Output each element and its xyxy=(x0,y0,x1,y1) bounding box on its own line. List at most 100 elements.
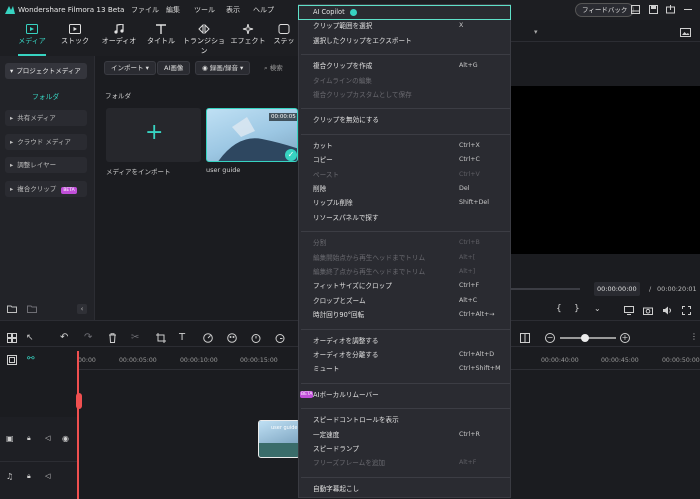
minimize-icon[interactable] xyxy=(684,9,692,10)
chevron-down-icon: ▾ xyxy=(10,67,14,75)
menu-item[interactable]: オーディオを調整する xyxy=(313,335,508,347)
lock-icon[interactable]: 🔒︎ xyxy=(27,472,31,481)
zoom-out-icon[interactable]: − xyxy=(545,333,555,343)
split-audio-icon[interactable] xyxy=(520,333,530,343)
sidebar-item-compound-clip[interactable]: ▸ 複合クリップ BETA xyxy=(5,181,87,197)
monitor-icon[interactable] xyxy=(624,306,634,315)
timer-icon[interactable] xyxy=(251,333,261,343)
save-icon[interactable] xyxy=(649,5,658,14)
cloud-icon[interactable] xyxy=(666,5,675,14)
menu-item-label: 分割 xyxy=(313,239,327,248)
ai-image-button[interactable]: AI画像 xyxy=(157,61,191,75)
menu-item-label: クリップを無効にする xyxy=(313,116,380,125)
ruler-label: 00:00 xyxy=(78,357,96,364)
menu-item[interactable]: 複合クリップを作成 Alt+G xyxy=(313,60,508,72)
tab-title[interactable]: タイトル xyxy=(139,24,183,46)
redo-icon[interactable]: ↷ xyxy=(84,332,92,343)
fullscreen-icon[interactable] xyxy=(682,306,691,315)
menu-item[interactable]: BETA AIボーカルリムーバー xyxy=(300,389,508,401)
crop-icon[interactable] xyxy=(156,333,166,343)
more-icon[interactable]: ⌄ xyxy=(594,304,601,313)
feedback-button[interactable]: フィードバック xyxy=(575,3,635,17)
sidebar-folder[interactable]: フォルダ xyxy=(32,91,59,101)
color-icon[interactable] xyxy=(227,333,237,343)
import-media-tile[interactable]: + xyxy=(106,108,201,162)
menu-item[interactable]: 一定速度 Ctrl+R xyxy=(313,429,508,441)
menu-item[interactable]: 選択したクリップをエクスポート xyxy=(313,35,508,47)
volume-icon[interactable] xyxy=(662,306,672,315)
menu-file[interactable]: ファイル xyxy=(131,5,159,15)
menu-item[interactable]: 自動字幕起こし xyxy=(313,483,508,495)
menu-item[interactable]: スピードコントロールを表示 xyxy=(313,414,508,426)
media-clip-thumbnail[interactable]: 00:00:05 ✓ xyxy=(206,108,298,162)
scissors-icon[interactable]: ✂ xyxy=(131,332,139,343)
timer-2-icon[interactable] xyxy=(275,333,285,343)
folder-icon[interactable] xyxy=(27,305,37,313)
menu-item[interactable]: スピードランプ xyxy=(313,443,508,455)
menu-item[interactable]: 時計回り90°回転 Ctrl+Alt+→ xyxy=(313,309,508,321)
menu-edit[interactable]: 編集 xyxy=(166,5,180,15)
eye-icon[interactable]: ◉ xyxy=(62,434,69,443)
track-volume-icon[interactable]: ◁ xyxy=(45,434,50,442)
sidebar-item-cloud-media[interactable]: ▸ クラウド メディア xyxy=(5,134,87,150)
layout-icon[interactable] xyxy=(631,5,640,14)
mark-in-icon[interactable]: { xyxy=(556,304,562,314)
delete-icon[interactable] xyxy=(108,333,117,343)
collapse-panel-button[interactable]: ‹ xyxy=(77,304,87,314)
import-dropdown[interactable]: インポート ▾ xyxy=(104,61,156,75)
app-title: Wondershare Filmora 13 Beta xyxy=(18,5,125,14)
new-folder-icon[interactable] xyxy=(7,305,17,313)
sidebar-item-adjustment-layer[interactable]: ▸ 調整レイヤー xyxy=(5,157,87,173)
text-tool-icon[interactable]: T xyxy=(179,332,185,343)
checkmark-icon: ✓ xyxy=(285,149,297,161)
timeline-clip[interactable]: user guide xyxy=(258,420,300,458)
tab-stock[interactable]: ストック xyxy=(53,24,97,46)
playhead-line[interactable] xyxy=(77,351,79,499)
add-track-icon[interactable] xyxy=(7,355,17,365)
viewer-dropdown-arrow[interactable]: ▾ xyxy=(534,28,538,36)
menu-help[interactable]: ヘルプ xyxy=(253,5,274,15)
menu-item[interactable]: フィットサイズにクロップ Ctrl+F xyxy=(313,280,508,292)
menu-item[interactable]: リソースパネルで探す xyxy=(313,212,508,224)
menu-item[interactable]: クリップ範囲を選択 X xyxy=(313,20,508,32)
search-input[interactable]: ⌕ 検索 xyxy=(264,61,298,75)
menu-item-ai-copilot[interactable]: AI Copilot xyxy=(298,5,511,20)
sidebar-item-project-media[interactable]: ▾ プロジェクトメディア xyxy=(5,63,87,79)
snapshot-icon[interactable] xyxy=(680,28,691,37)
select-tool-icon[interactable]: ↖ xyxy=(26,333,34,343)
zoom-in-icon[interactable]: + xyxy=(620,333,630,343)
tab-media[interactable]: メディア xyxy=(10,24,54,46)
main-toolbar: メディア ストック オーディオ タイトル トランジション エフェクト ステッ xyxy=(0,20,298,56)
speed-icon[interactable] xyxy=(203,333,213,343)
playhead-handle[interactable] xyxy=(76,393,82,409)
menu-tools[interactable]: ツール xyxy=(194,5,215,15)
preview-viewer: ▾ 00:00:00:00 / 00:00:20:01 { } ⌄ xyxy=(510,20,700,320)
tab-effect[interactable]: エフェクト xyxy=(226,24,270,46)
menu-item[interactable]: カット Ctrl+X xyxy=(313,140,508,152)
menu-item[interactable]: クロップとズーム Alt+C xyxy=(313,295,508,307)
sidebar-item-shared-media[interactable]: ▸ 共有メディア xyxy=(5,110,87,126)
context-menu: AI Copilot クリップ範囲を選択 X 選択したクリップをエクスポート 複合クリッ… xyxy=(298,4,511,498)
record-dropdown[interactable]: ◉ 録画/録音 ▾ xyxy=(195,61,251,75)
playback-progress-bar[interactable] xyxy=(510,288,580,290)
tab-audio[interactable]: オーディオ xyxy=(97,24,141,46)
tab-sticker[interactable]: ステッ xyxy=(270,24,298,46)
menu-item[interactable]: 削除 Del xyxy=(313,183,508,195)
grid-icon[interactable] xyxy=(7,333,17,343)
menu-item[interactable]: ミュート Ctrl+Shift+M xyxy=(313,363,508,375)
zoom-slider-handle[interactable] xyxy=(581,334,589,342)
link-icon[interactable]: ⚯ xyxy=(27,354,35,364)
track-volume-icon[interactable]: ◁ xyxy=(45,472,50,480)
menu-item[interactable]: オーディオを分離する Ctrl+Alt+D xyxy=(313,349,508,361)
menu-item[interactable]: リップル削除 Shift+Del xyxy=(313,197,508,209)
menu-view[interactable]: 表示 xyxy=(226,5,240,15)
camera-icon[interactable] xyxy=(643,306,653,315)
mark-out-icon[interactable]: } xyxy=(574,304,580,314)
tab-transition[interactable]: トランジション xyxy=(182,24,226,56)
menu-item[interactable]: コピー Ctrl+C xyxy=(313,154,508,166)
menu-item[interactable]: クリップを無効にする xyxy=(313,114,508,126)
undo-icon[interactable]: ↶ xyxy=(60,332,68,343)
more-options-icon[interactable]: ⋮ xyxy=(690,332,698,341)
lock-icon[interactable]: 🔒︎ xyxy=(27,434,31,443)
time-separator: / xyxy=(649,285,652,293)
